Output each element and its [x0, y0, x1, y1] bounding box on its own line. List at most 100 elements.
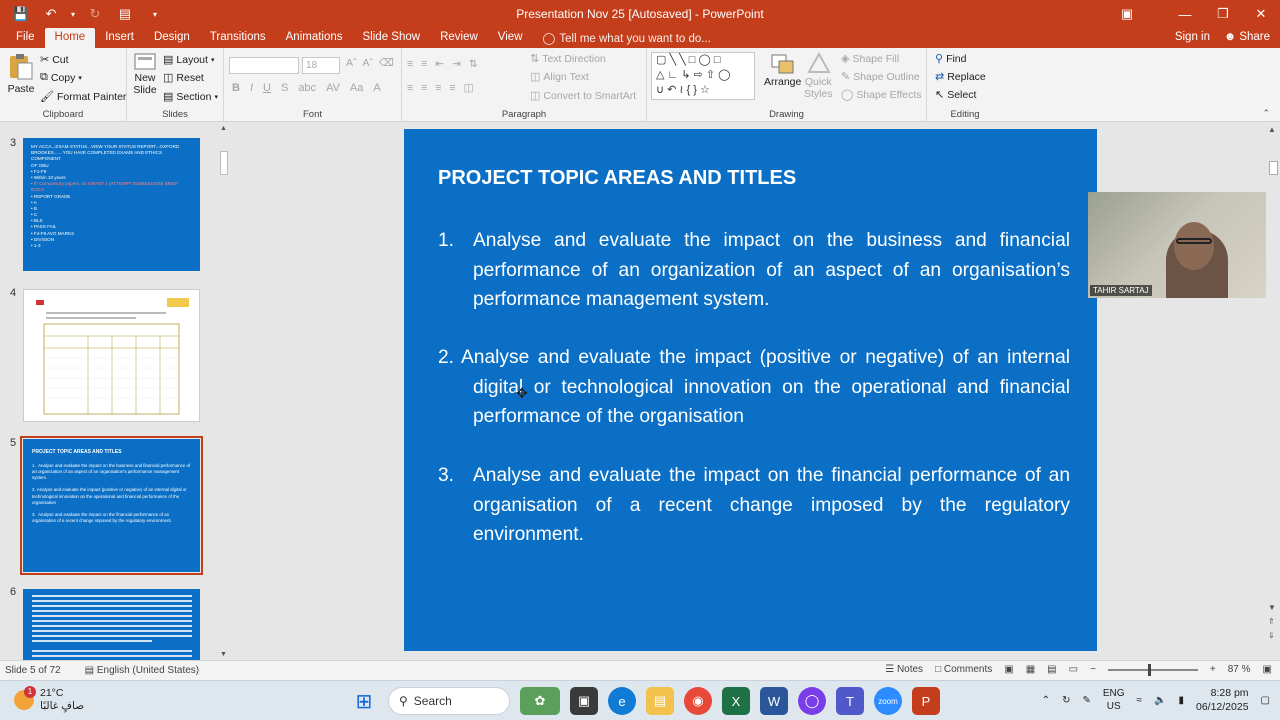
quick-styles-button[interactable]: Quick Styles — [804, 52, 833, 100]
bold-icon[interactable]: B — [232, 82, 240, 94]
word-icon[interactable]: W — [760, 687, 788, 715]
fit-slide-icon[interactable]: ▣ — [1263, 664, 1272, 675]
font-color-icon[interactable]: A — [373, 82, 380, 94]
collapse-ribbon-icon[interactable]: ⌃ — [1262, 108, 1270, 119]
ribbon-display-options-icon[interactable]: ▣ — [1108, 0, 1146, 28]
find-button[interactable]: ⚲ Find — [935, 52, 967, 66]
topic-item-3[interactable]: 3. Analyse and evaluate the impact on th… — [438, 461, 1070, 550]
widget-icon[interactable]: ✿ — [520, 687, 560, 715]
tell-me-box[interactable]: ◯ Tell me what you want to do... — [533, 30, 711, 48]
slide-sorter-icon[interactable]: ▦ — [1026, 664, 1035, 675]
present-icon[interactable]: ▤ — [112, 3, 138, 25]
slide-thumbnail-5[interactable]: PROJECT TOPIC AREAS AND TITLES 1. Analys… — [20, 436, 203, 575]
input-language[interactable]: ENG US — [1103, 687, 1125, 713]
comments-button[interactable]: □ Comments — [935, 664, 992, 675]
copy-button[interactable]: ⧉ Copy ▾ — [40, 71, 82, 84]
taskbar-search[interactable]: ⚲ Search — [388, 687, 510, 715]
minimize-button[interactable]: — — [1166, 0, 1204, 28]
columns-icon[interactable]: ◫ — [464, 82, 474, 94]
zoom-level[interactable]: 87 % — [1228, 664, 1251, 675]
language-status[interactable]: ▤ English (United States) — [85, 665, 200, 676]
align-left-icon[interactable]: ≡ — [407, 82, 413, 94]
current-slide[interactable]: PROJECT TOPIC AREAS AND TITLES 1. Analys… — [404, 129, 1097, 651]
redo-icon[interactable]: ↻ — [82, 3, 108, 25]
teams-icon[interactable]: T — [836, 687, 864, 715]
next-slide-icon[interactable]: ⇓ — [1268, 631, 1275, 640]
spacing-icon[interactable]: AV — [326, 82, 340, 94]
convert-smartart-button[interactable]: ◫ Convert to SmartArt — [530, 89, 636, 103]
sign-in-link[interactable]: Sign in — [1175, 28, 1210, 46]
bullets-icon[interactable]: ≡ — [407, 58, 413, 70]
normal-view-icon[interactable]: ▣ — [1004, 664, 1013, 675]
show-hidden-icons[interactable]: ⌃ — [1042, 695, 1050, 706]
justify-icon[interactable]: ≡ — [449, 82, 455, 94]
paste-button[interactable]: Paste — [6, 52, 36, 95]
change-case-icon[interactable]: Aa — [350, 82, 363, 94]
tab-transitions[interactable]: Transitions — [200, 28, 276, 48]
edge-icon[interactable]: e — [608, 687, 636, 715]
numbering-icon[interactable]: ≡ — [421, 58, 427, 70]
replace-button[interactable]: ⇄ Replace — [935, 70, 986, 84]
reading-view-icon[interactable]: ▤ — [1047, 664, 1056, 675]
tab-view[interactable]: View — [488, 28, 533, 48]
save-icon[interactable]: 💾 — [8, 3, 34, 25]
underline-icon[interactable]: U — [263, 82, 271, 94]
close-button[interactable]: ✕ — [1242, 0, 1280, 28]
line-spacing-icon[interactable]: ⇅ — [469, 58, 478, 70]
thumbnails-scrollbar[interactable]: ▲ ▼ — [218, 123, 230, 660]
webcam-overlay[interactable]: TAHIR SARTAJ — [1088, 192, 1275, 298]
align-right-icon[interactable]: ≡ — [435, 82, 441, 94]
italic-icon[interactable]: I — [250, 82, 253, 94]
font-name-field[interactable] — [229, 57, 299, 74]
select-button[interactable]: ↖ Select — [935, 88, 976, 102]
tab-insert[interactable]: Insert — [95, 28, 144, 48]
shape-fill-button[interactable]: ◈ Shape Fill — [841, 52, 899, 66]
font-size-field[interactable]: 18 — [302, 57, 340, 74]
decrease-indent-icon[interactable]: ⇤ — [435, 58, 444, 70]
scrollbar-thumb[interactable] — [1269, 161, 1278, 175]
wifi-icon[interactable]: ≈ — [1137, 695, 1143, 706]
slide-thumbnail-6[interactable] — [23, 589, 200, 660]
tab-home[interactable]: Home — [44, 28, 96, 48]
slideshow-view-icon[interactable]: ▭ — [1069, 664, 1078, 675]
volume-icon[interactable]: 🔈 — [1154, 695, 1166, 706]
tab-file[interactable]: File — [0, 28, 45, 48]
align-center-icon[interactable]: ≡ — [421, 82, 427, 94]
notes-button[interactable]: ☰ Notes — [885, 664, 923, 675]
align-text-button[interactable]: ◫ Align Text — [530, 70, 589, 84]
task-view-icon[interactable]: ▣ — [570, 687, 598, 715]
file-explorer-icon[interactable]: ▤ — [646, 687, 674, 715]
scroll-down-icon[interactable]: ▼ — [1268, 603, 1276, 612]
char-spacing-icon[interactable]: abc — [298, 82, 316, 94]
scroll-down-icon[interactable]: ▼ — [220, 651, 227, 658]
sync-icon[interactable]: ↻ — [1062, 695, 1070, 706]
zoom-in-icon[interactable]: + — [1210, 664, 1216, 675]
zoom-app-icon[interactable]: zoom — [874, 687, 902, 715]
topic-item-2[interactable]: 2. Analyse and evaluate the impact (posi… — [438, 343, 1070, 432]
tab-design[interactable]: Design — [144, 28, 200, 48]
cut-button[interactable]: ✂ Cut — [40, 53, 69, 67]
section-button[interactable]: ▤ Section ▾ — [163, 90, 218, 104]
clear-format-icon[interactable]: ⌫ — [379, 57, 394, 69]
slide-scrollbar[interactable]: ▲ ▼ ⇑ ⇓ — [1266, 123, 1280, 660]
shape-outline-button[interactable]: ✎ Shape Outline — [841, 70, 920, 84]
notifications-icon[interactable]: ▢ — [1261, 695, 1270, 706]
slide-title[interactable]: PROJECT TOPIC AREAS AND TITLES — [438, 167, 796, 190]
tab-slide-show[interactable]: Slide Show — [353, 28, 431, 48]
pen-tray-icon[interactable]: ✎ — [1082, 695, 1090, 706]
zoom-slider[interactable] — [1107, 663, 1198, 676]
clock[interactable]: 8:28 pm 06/12/2025 — [1196, 686, 1249, 714]
maximize-button[interactable]: ❐ — [1204, 0, 1242, 28]
scroll-up-icon[interactable]: ▲ — [1268, 125, 1276, 134]
tab-review[interactable]: Review — [430, 28, 488, 48]
chrome-icon[interactable]: ◉ — [684, 687, 712, 715]
powerpoint-icon[interactable]: P — [912, 687, 940, 715]
scrollbar-thumb[interactable] — [220, 151, 228, 175]
reset-button[interactable]: ◫ Reset — [163, 71, 204, 85]
zoom-out-icon[interactable]: − — [1090, 664, 1096, 675]
slide-thumbnail-4[interactable] — [23, 289, 200, 422]
layout-button[interactable]: ▤ Layout ▾ — [163, 53, 214, 67]
battery-icon[interactable]: ▮ — [1178, 695, 1184, 706]
undo-icon[interactable]: ↶ — [38, 3, 64, 25]
slide-thumbnail-3[interactable]: MY ACCA...EXAM STATUS...VIEW YOUR STATUS… — [23, 138, 200, 271]
